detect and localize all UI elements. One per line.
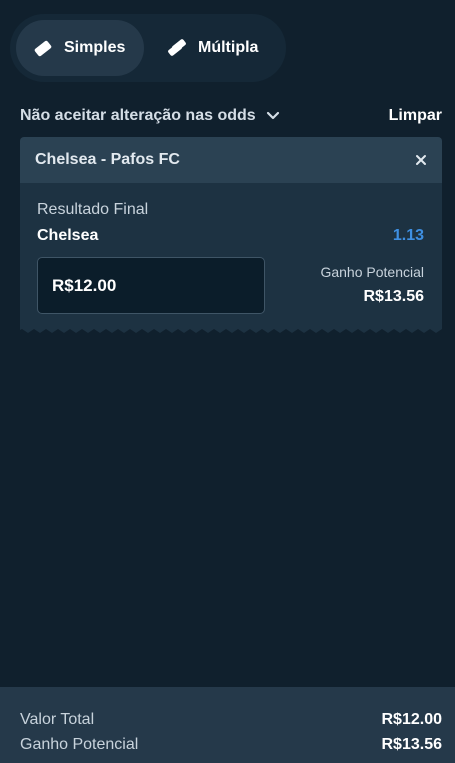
tab-multipla-label: Múltipla <box>198 39 259 56</box>
bet-card-header: Chelsea - Pafos FC <box>20 137 442 183</box>
betslip-toolbar: Não aceitar alteração nas odds Limpar <box>20 104 442 128</box>
bet-card: Chelsea - Pafos FC Resultado Final Chels… <box>20 137 442 333</box>
selection-name: Chelsea <box>37 227 99 244</box>
close-icon[interactable] <box>414 153 428 167</box>
summary-potential-label: Ganho Potencial <box>20 736 139 753</box>
tickets-icon <box>166 37 188 59</box>
market-name: Resultado Final <box>37 201 149 218</box>
chevron-down-icon <box>266 111 280 121</box>
total-value: R$12.00 <box>381 711 443 728</box>
potential-win-value: R$13.56 <box>363 288 425 305</box>
potential-row: Ganho Potencial R$13.56 <box>20 736 442 754</box>
event-title: Chelsea - Pafos FC <box>35 151 180 168</box>
total-row: Valor Total R$12.00 <box>20 711 442 729</box>
odds-change-label: Não aceitar alteração nas odds <box>20 107 256 124</box>
odds-change-dropdown[interactable]: Não aceitar alteração nas odds <box>20 107 280 125</box>
ticket-edge <box>20 326 442 333</box>
total-label: Valor Total <box>20 711 95 728</box>
summary-potential-value: R$13.56 <box>381 736 443 753</box>
bet-card-body: Resultado Final Chelsea 1.13 R$12.00 Gan… <box>20 183 442 326</box>
betslip-summary: Valor Total R$12.00 Ganho Potencial R$13… <box>0 687 455 763</box>
tab-multipla[interactable]: Múltipla <box>154 20 280 76</box>
bet-type-tabs: Simples Múltipla <box>10 14 286 82</box>
stake-input[interactable]: R$12.00 <box>37 257 265 314</box>
tab-simples-label: Simples <box>64 39 126 56</box>
ticket-icon <box>32 37 54 59</box>
potential-win-label: Ganho Potencial <box>320 264 424 280</box>
tab-simples[interactable]: Simples <box>16 20 144 76</box>
clear-button[interactable]: Limpar <box>389 107 442 125</box>
odd-value: 1.13 <box>392 227 424 244</box>
